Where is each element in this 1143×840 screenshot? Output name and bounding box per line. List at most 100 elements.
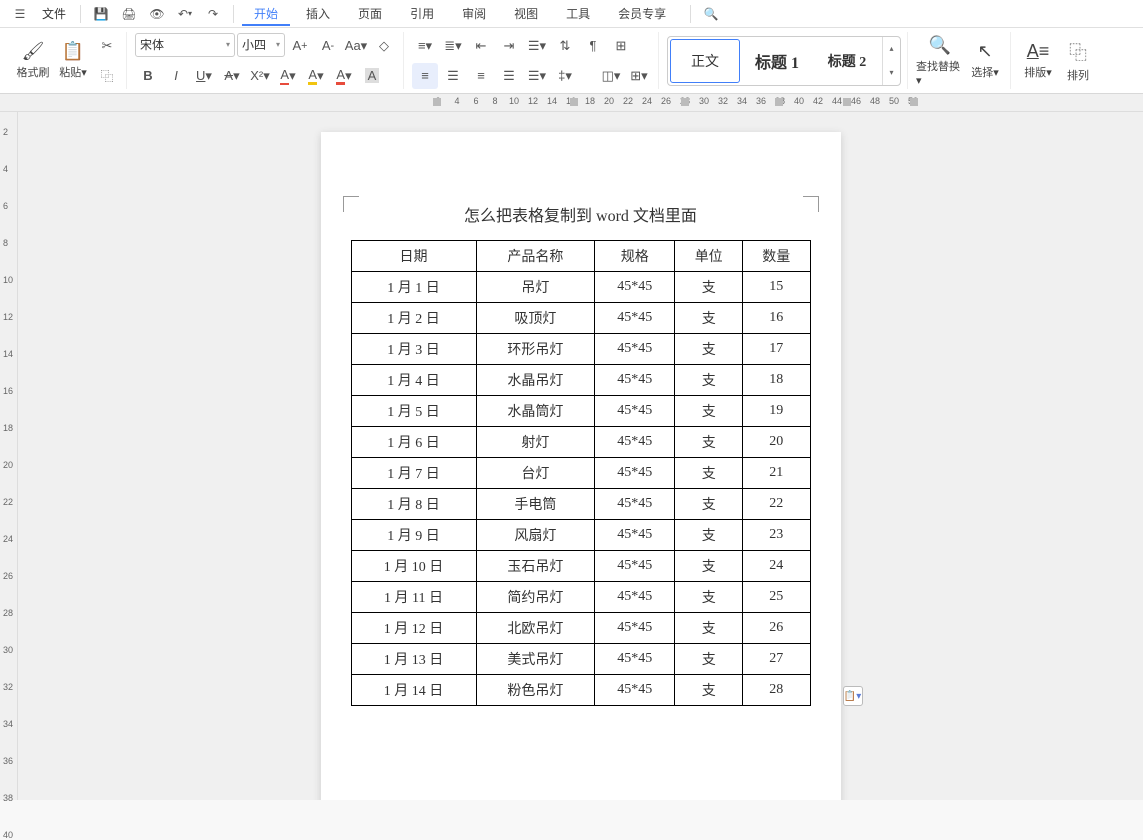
table-header[interactable]: 产品名称 (476, 241, 595, 272)
table-row[interactable]: 1 月 14 日粉色吊灯45*45支28 (351, 675, 810, 706)
table-cell[interactable]: 水晶吊灯 (476, 365, 595, 396)
table-cell[interactable]: 17 (742, 334, 810, 365)
table-cell[interactable]: 45*45 (595, 396, 675, 427)
print-icon[interactable]: 🖨 (117, 2, 141, 26)
table-cell[interactable]: 支 (675, 644, 743, 675)
table-cell[interactable]: 水晶筒灯 (476, 396, 595, 427)
table-cell[interactable]: 45*45 (595, 334, 675, 365)
paste-button[interactable]: 📋 粘贴▾ (54, 33, 92, 89)
align-left-button[interactable]: ≡ (412, 63, 438, 89)
numbering-button[interactable]: ≣▾ (440, 33, 466, 59)
font-size-select[interactable]: 小四▾ (237, 33, 285, 57)
redo-icon[interactable]: ↷ (201, 2, 225, 26)
table-cell[interactable]: 19 (742, 396, 810, 427)
underline-button[interactable]: U▾ (191, 63, 217, 89)
char-shading-button[interactable]: A (359, 63, 385, 89)
superscript-button[interactable]: X²▾ (247, 63, 273, 89)
table-cell[interactable]: 1 月 11 日 (351, 582, 476, 613)
table-cell[interactable]: 1 月 1 日 (351, 272, 476, 303)
justify-button[interactable]: ☰ (496, 63, 522, 89)
table-header[interactable]: 日期 (351, 241, 476, 272)
table-cell[interactable]: 简约吊灯 (476, 582, 595, 613)
table-cell[interactable]: 1 月 13 日 (351, 644, 476, 675)
table-cell[interactable]: 1 月 9 日 (351, 520, 476, 551)
sort-button[interactable]: ⇅ (552, 33, 578, 59)
select-button[interactable]: ↖ 选择▾ (966, 33, 1004, 89)
table-cell[interactable]: 45*45 (595, 551, 675, 582)
menu-tab-1[interactable]: 插入 (294, 1, 342, 26)
table-cell[interactable]: 23 (742, 520, 810, 551)
table-cell[interactable]: 1 月 10 日 (351, 551, 476, 582)
table-row[interactable]: 1 月 10 日玉石吊灯45*45支24 (351, 551, 810, 582)
layout-button[interactable]: A≡ 排版▾ (1019, 33, 1057, 89)
font-name-select[interactable]: 宋体▾ (135, 33, 235, 57)
table-row[interactable]: 1 月 2 日吸顶灯45*45支16 (351, 303, 810, 334)
table-cell[interactable]: 台灯 (476, 458, 595, 489)
table-cell[interactable]: 支 (675, 551, 743, 582)
decrease-indent-button[interactable]: ⇤ (468, 33, 494, 59)
table-row[interactable]: 1 月 4 日水晶吊灯45*45支18 (351, 365, 810, 396)
table-cell[interactable]: 45*45 (595, 675, 675, 706)
table-cell[interactable]: 支 (675, 303, 743, 334)
document-canvas[interactable]: 怎么把表格复制到 word 文档里面 日期产品名称规格单位数量 1 月 1 日吊… (18, 112, 1143, 800)
table-cell[interactable]: 支 (675, 396, 743, 427)
shrink-font-button[interactable]: A- (315, 33, 341, 59)
table-row[interactable]: 1 月 7 日台灯45*45支21 (351, 458, 810, 489)
table-header[interactable]: 单位 (675, 241, 743, 272)
table-cell[interactable]: 支 (675, 427, 743, 458)
table-cell[interactable]: 支 (675, 489, 743, 520)
text-effects-button[interactable]: A▾ (275, 63, 301, 89)
table-cell[interactable]: 45*45 (595, 644, 675, 675)
table-cell[interactable]: 24 (742, 551, 810, 582)
table-cell[interactable]: 21 (742, 458, 810, 489)
hamburger-icon[interactable]: ☰ (8, 2, 32, 26)
find-replace-button[interactable]: 🔍 查找替换▾ (916, 33, 964, 89)
table-cell[interactable]: 20 (742, 427, 810, 458)
undo-icon[interactable]: ↶▾ (173, 2, 197, 26)
table-cell[interactable]: 45*45 (595, 582, 675, 613)
menu-tab-0[interactable]: 开始 (242, 1, 290, 26)
change-case-button[interactable]: Aa▾ (343, 33, 369, 59)
table-cell[interactable]: 45*45 (595, 520, 675, 551)
style-gallery-more[interactable]: ▴▾ (882, 37, 900, 85)
table-cell[interactable]: 26 (742, 613, 810, 644)
menu-tab-6[interactable]: 工具 (554, 1, 602, 26)
table-cell[interactable]: 1 月 12 日 (351, 613, 476, 644)
table-row[interactable]: 1 月 9 日风扇灯45*45支23 (351, 520, 810, 551)
text-direction-button[interactable]: ☰▾ (524, 33, 550, 59)
table-cell[interactable]: 45*45 (595, 303, 675, 334)
table-cell[interactable]: 射灯 (476, 427, 595, 458)
table-cell[interactable]: 环形吊灯 (476, 334, 595, 365)
table-cell[interactable]: 粉色吊灯 (476, 675, 595, 706)
table-cell[interactable]: 玉石吊灯 (476, 551, 595, 582)
table-cell[interactable]: 15 (742, 272, 810, 303)
table-row[interactable]: 1 月 8 日手电筒45*45支22 (351, 489, 810, 520)
table-row[interactable]: 1 月 3 日环形吊灯45*45支17 (351, 334, 810, 365)
table-cell[interactable]: 1 月 14 日 (351, 675, 476, 706)
table-cell[interactable]: 28 (742, 675, 810, 706)
font-color-button[interactable]: A▾ (331, 63, 357, 89)
table-cell[interactable]: 1 月 3 日 (351, 334, 476, 365)
vertical-ruler[interactable]: 246810121416182022242628303234363840 (0, 112, 18, 800)
file-menu[interactable]: 文件 (36, 5, 72, 22)
table-cell[interactable]: 45*45 (595, 427, 675, 458)
style-heading2[interactable]: 标题 2 (812, 37, 882, 85)
style-normal[interactable]: 正文 (670, 39, 740, 83)
preview-icon[interactable]: 👁 (145, 2, 169, 26)
table-header[interactable]: 数量 (742, 241, 810, 272)
increase-indent-button[interactable]: ⇥ (496, 33, 522, 59)
table-cell[interactable]: 吸顶灯 (476, 303, 595, 334)
bold-button[interactable]: B (135, 63, 161, 89)
table-header[interactable]: 规格 (595, 241, 675, 272)
table-cell[interactable]: 1 月 5 日 (351, 396, 476, 427)
table-cell[interactable]: 45*45 (595, 489, 675, 520)
arrange-button[interactable]: ⿻ 排列 (1059, 33, 1097, 89)
italic-button[interactable]: I (163, 63, 189, 89)
document-table[interactable]: 日期产品名称规格单位数量 1 月 1 日吊灯45*45支151 月 2 日吸顶灯… (351, 240, 811, 706)
table-cell[interactable]: 支 (675, 334, 743, 365)
table-cell[interactable]: 22 (742, 489, 810, 520)
document-title[interactable]: 怎么把表格复制到 word 文档里面 (351, 202, 811, 226)
table-row[interactable]: 1 月 13 日美式吊灯45*45支27 (351, 644, 810, 675)
shading-button[interactable]: ◫▾ (598, 63, 624, 89)
table-cell[interactable]: 45*45 (595, 272, 675, 303)
